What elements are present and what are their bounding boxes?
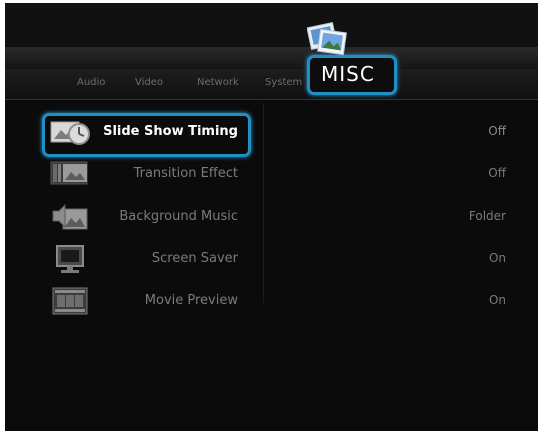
settings-screen: Audio Video Network System MISC Slide Sh… bbox=[5, 3, 538, 431]
menu-item-label: Screen Saver bbox=[151, 251, 238, 266]
menu-item-label: Background Music bbox=[119, 209, 238, 224]
menu-item-label: Slide Show Timing bbox=[103, 124, 238, 139]
menu-item-screen-saver[interactable]: Screen Saver On bbox=[5, 240, 538, 278]
menu-item-background-music[interactable]: Background Music Folder bbox=[5, 198, 538, 236]
slideshow-timer-icon bbox=[49, 116, 91, 148]
tab-system[interactable]: System bbox=[265, 77, 302, 88]
tab-audio[interactable]: Audio bbox=[77, 77, 105, 88]
menu-item-value: Folder bbox=[468, 209, 506, 223]
header-band bbox=[5, 47, 538, 69]
film-strip-icon bbox=[49, 285, 91, 317]
tab-video[interactable]: Video bbox=[135, 77, 163, 88]
menu-item-label: Transition Effect bbox=[133, 166, 238, 181]
menu-item-transition-effect[interactable]: Transition Effect Off bbox=[5, 155, 538, 193]
menu-item-value: Off bbox=[488, 166, 506, 180]
menu-item-label: Movie Preview bbox=[144, 293, 238, 308]
monitor-icon bbox=[49, 243, 91, 275]
menu-item-movie-preview[interactable]: Movie Preview On bbox=[5, 282, 538, 320]
background-music-icon bbox=[49, 201, 91, 233]
menu-item-slide-show-timing[interactable]: Slide Show Timing Off bbox=[5, 113, 538, 151]
tab-network[interactable]: Network bbox=[197, 77, 239, 88]
menu-item-value: Off bbox=[488, 124, 506, 138]
tab-misc-label: MISC bbox=[321, 62, 375, 86]
menu-item-value: On bbox=[488, 293, 506, 307]
menu-item-value: On bbox=[488, 251, 506, 265]
top-bar bbox=[5, 3, 538, 47]
photo-icon bbox=[307, 21, 347, 59]
transition-effect-icon bbox=[49, 158, 91, 190]
